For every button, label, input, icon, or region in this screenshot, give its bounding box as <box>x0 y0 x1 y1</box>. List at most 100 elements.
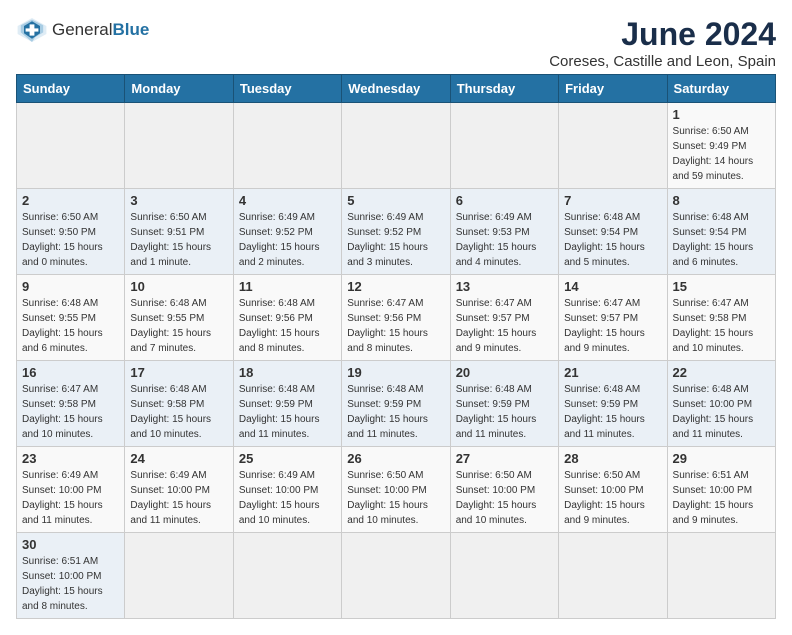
day-info: Sunrise: 6:49 AM Sunset: 10:00 PM Daylig… <box>22 468 119 528</box>
calendar-cell: 9 Sunrise: 6:48 AM Sunset: 9:55 PM Daylig… <box>17 275 125 361</box>
calendar-cell: 22 Sunrise: 6:48 AM Sunset: 10:00 PM Dayl… <box>667 361 775 447</box>
calendar-cell: 23 Sunrise: 6:49 AM Sunset: 10:00 PM Dayl… <box>17 447 125 533</box>
day-number: 10 <box>130 279 227 294</box>
calendar-table: SundayMondayTuesdayWednesdayThursdayFrid… <box>16 74 776 619</box>
page-header: GeneralBlue June 2024 Coreses, Castille … <box>16 16 776 70</box>
calendar-cell: 2Sunrise: 6:50 AM Sunset: 9:50 PM Daylig… <box>17 189 125 275</box>
day-number: 5 <box>347 193 444 208</box>
calendar-cell: 30 Sunrise: 6:51 AM Sunset: 10:00 PM Dayl… <box>17 533 125 619</box>
calendar-cell: 1 Sunrise: 6:50 AM Sunset: 9:49 PM Daylig… <box>667 103 775 189</box>
day-number: 17 <box>130 365 227 380</box>
day-number: 29 <box>673 451 770 466</box>
calendar-cell: 15Sunrise: 6:47 AM Sunset: 9:58 PM Dayli… <box>667 275 775 361</box>
day-number: 11 <box>239 279 336 294</box>
weekday-header-row: SundayMondayTuesdayWednesdayThursdayFrid… <box>17 75 776 103</box>
day-info: Sunrise: 6:50 AM Sunset: 9:49 PM Dayligh… <box>673 124 770 184</box>
calendar-cell: 26 Sunrise: 6:50 AM Sunset: 10:00 PM Dayl… <box>342 447 450 533</box>
calendar-cell <box>17 103 125 189</box>
day-info: Sunrise: 6:49 AM Sunset: 9:52 PM Dayligh… <box>347 210 444 270</box>
calendar-cell: 17Sunrise: 6:48 AM Sunset: 9:58 PM Dayli… <box>125 361 233 447</box>
day-number: 25 <box>239 451 336 466</box>
day-number: 30 <box>22 537 119 552</box>
calendar-cell: 14Sunrise: 6:47 AM Sunset: 9:57 PM Dayli… <box>559 275 667 361</box>
calendar-week-row: 16 Sunrise: 6:47 AM Sunset: 9:58 PM Dayli… <box>17 361 776 447</box>
weekday-header-tuesday: Tuesday <box>233 75 341 103</box>
day-number: 16 <box>22 365 119 380</box>
day-info: Sunrise: 6:47 AM Sunset: 9:58 PM Dayligh… <box>22 382 119 442</box>
calendar-cell: 25 Sunrise: 6:49 AM Sunset: 10:00 PM Dayl… <box>233 447 341 533</box>
day-info: Sunrise: 6:51 AM Sunset: 10:00 PM Daylig… <box>22 554 119 614</box>
calendar-cell: 7 Sunrise: 6:48 AM Sunset: 9:54 PM Daylig… <box>559 189 667 275</box>
weekday-header-saturday: Saturday <box>667 75 775 103</box>
day-info: Sunrise: 6:50 AM Sunset: 9:51 PM Dayligh… <box>130 210 227 270</box>
day-info: Sunrise: 6:48 AM Sunset: 9:59 PM Dayligh… <box>564 382 661 442</box>
calendar-week-row: 30 Sunrise: 6:51 AM Sunset: 10:00 PM Dayl… <box>17 533 776 619</box>
day-number: 9 <box>22 279 119 294</box>
day-number: 22 <box>673 365 770 380</box>
calendar-cell: 11 Sunrise: 6:48 AM Sunset: 9:56 PM Dayli… <box>233 275 341 361</box>
day-number: 28 <box>564 451 661 466</box>
weekday-header-thursday: Thursday <box>450 75 558 103</box>
day-info: Sunrise: 6:49 AM Sunset: 9:52 PM Dayligh… <box>239 210 336 270</box>
day-info: Sunrise: 6:47 AM Sunset: 9:58 PM Dayligh… <box>673 296 770 356</box>
calendar-cell: 19Sunrise: 6:48 AM Sunset: 9:59 PM Dayli… <box>342 361 450 447</box>
day-info: Sunrise: 6:47 AM Sunset: 9:56 PM Dayligh… <box>347 296 444 356</box>
calendar-cell <box>450 103 558 189</box>
calendar-cell: 27 Sunrise: 6:50 AM Sunset: 10:00 PM Dayl… <box>450 447 558 533</box>
weekday-header-sunday: Sunday <box>17 75 125 103</box>
day-number: 18 <box>239 365 336 380</box>
day-info: Sunrise: 6:48 AM Sunset: 9:59 PM Dayligh… <box>239 382 336 442</box>
calendar-cell: 24 Sunrise: 6:49 AM Sunset: 10:00 PM Dayl… <box>125 447 233 533</box>
logo-text: GeneralBlue <box>52 20 149 40</box>
day-number: 27 <box>456 451 553 466</box>
calendar-cell: 3 Sunrise: 6:50 AM Sunset: 9:51 PM Daylig… <box>125 189 233 275</box>
calendar-cell: 21 Sunrise: 6:48 AM Sunset: 9:59 PM Dayli… <box>559 361 667 447</box>
day-number: 1 <box>673 107 770 122</box>
calendar-cell <box>233 103 341 189</box>
calendar-cell <box>342 103 450 189</box>
day-info: Sunrise: 6:48 AM Sunset: 9:55 PM Dayligh… <box>130 296 227 356</box>
calendar-week-row: 2Sunrise: 6:50 AM Sunset: 9:50 PM Daylig… <box>17 189 776 275</box>
day-number: 2 <box>22 193 119 208</box>
calendar-cell <box>125 533 233 619</box>
calendar-cell: 13Sunrise: 6:47 AM Sunset: 9:57 PM Dayli… <box>450 275 558 361</box>
day-info: Sunrise: 6:49 AM Sunset: 10:00 PM Daylig… <box>239 468 336 528</box>
calendar-cell <box>559 533 667 619</box>
calendar-week-row: 23 Sunrise: 6:49 AM Sunset: 10:00 PM Dayl… <box>17 447 776 533</box>
logo-icon <box>16 16 48 44</box>
day-number: 20 <box>456 365 553 380</box>
day-number: 3 <box>130 193 227 208</box>
day-info: Sunrise: 6:48 AM Sunset: 9:54 PM Dayligh… <box>564 210 661 270</box>
calendar-cell <box>667 533 775 619</box>
calendar-cell <box>559 103 667 189</box>
day-number: 23 <box>22 451 119 466</box>
day-info: Sunrise: 6:48 AM Sunset: 9:56 PM Dayligh… <box>239 296 336 356</box>
calendar-cell: 18 Sunrise: 6:48 AM Sunset: 9:59 PM Dayli… <box>233 361 341 447</box>
day-info: Sunrise: 6:50 AM Sunset: 10:00 PM Daylig… <box>456 468 553 528</box>
day-number: 7 <box>564 193 661 208</box>
weekday-header-wednesday: Wednesday <box>342 75 450 103</box>
day-number: 12 <box>347 279 444 294</box>
day-info: Sunrise: 6:48 AM Sunset: 10:00 PM Daylig… <box>673 382 770 442</box>
day-info: Sunrise: 6:49 AM Sunset: 9:53 PM Dayligh… <box>456 210 553 270</box>
calendar-cell: 20Sunrise: 6:48 AM Sunset: 9:59 PM Dayli… <box>450 361 558 447</box>
calendar-cell <box>125 103 233 189</box>
calendar-cell: 8Sunrise: 6:48 AM Sunset: 9:54 PM Daylig… <box>667 189 775 275</box>
day-info: Sunrise: 6:48 AM Sunset: 9:55 PM Dayligh… <box>22 296 119 356</box>
calendar-cell: 28Sunrise: 6:50 AM Sunset: 10:00 PM Dayl… <box>559 447 667 533</box>
day-info: Sunrise: 6:50 AM Sunset: 10:00 PM Daylig… <box>347 468 444 528</box>
calendar-cell: 29Sunrise: 6:51 AM Sunset: 10:00 PM Dayl… <box>667 447 775 533</box>
day-number: 21 <box>564 365 661 380</box>
calendar-cell: 5 Sunrise: 6:49 AM Sunset: 9:52 PM Daylig… <box>342 189 450 275</box>
calendar-cell: 4 Sunrise: 6:49 AM Sunset: 9:52 PM Daylig… <box>233 189 341 275</box>
day-info: Sunrise: 6:49 AM Sunset: 10:00 PM Daylig… <box>130 468 227 528</box>
day-number: 4 <box>239 193 336 208</box>
calendar-cell: 12 Sunrise: 6:47 AM Sunset: 9:56 PM Dayli… <box>342 275 450 361</box>
day-info: Sunrise: 6:47 AM Sunset: 9:57 PM Dayligh… <box>564 296 661 356</box>
calendar-week-row: 9 Sunrise: 6:48 AM Sunset: 9:55 PM Daylig… <box>17 275 776 361</box>
title-area: June 2024 Coreses, Castille and Leon, Sp… <box>549 16 776 70</box>
day-number: 8 <box>673 193 770 208</box>
day-info: Sunrise: 6:47 AM Sunset: 9:57 PM Dayligh… <box>456 296 553 356</box>
day-number: 26 <box>347 451 444 466</box>
day-number: 24 <box>130 451 227 466</box>
